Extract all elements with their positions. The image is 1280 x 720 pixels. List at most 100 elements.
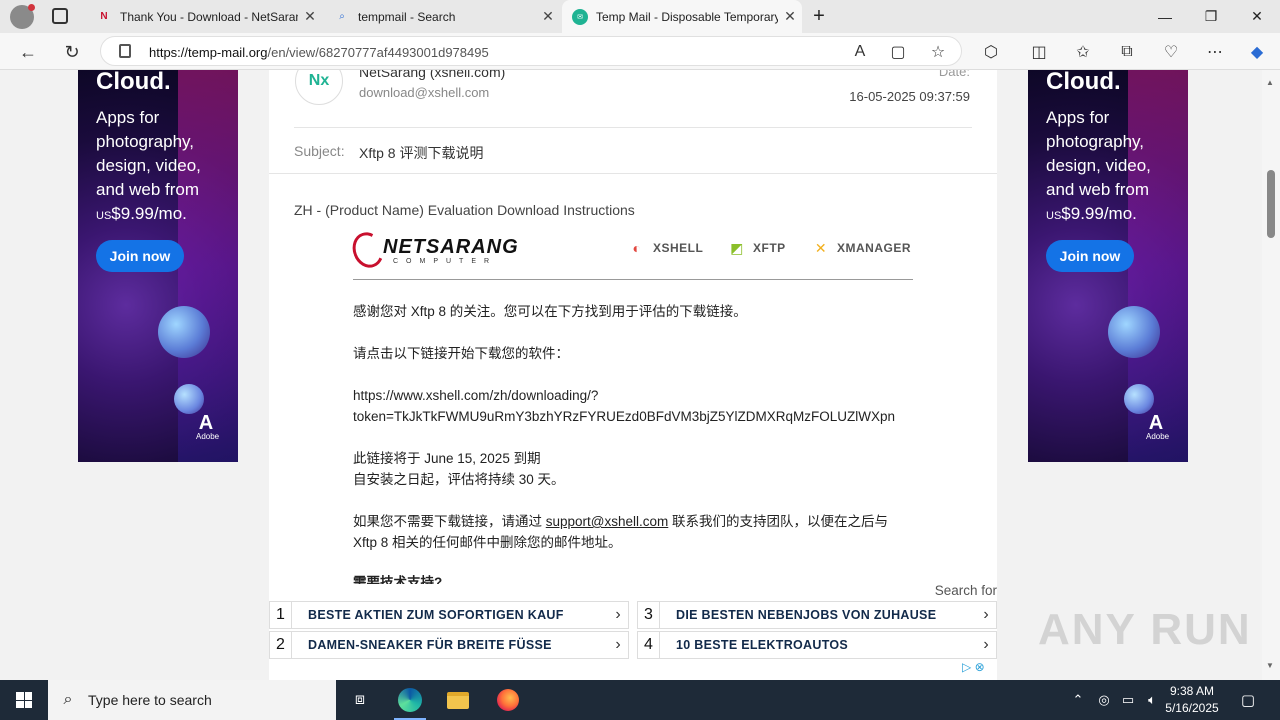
taskbar-search-box[interactable]: ⌕ Type here to search [48,680,336,720]
split-screen-icon[interactable]: ◫ [1028,41,1050,63]
support-email-link[interactable]: support@xshell.com [546,514,669,529]
body-paragraph: 感谢您对 Xftp 8 的关注。您可以在下方找到用于评估的下载链接。 [353,304,747,319]
scroll-down-icon[interactable]: ▼ [1266,661,1274,670]
sponsored-link-text: BESTE AKTIEN ZUM SOFORTIGEN KAUF [308,608,564,622]
ad-copy-line: Apps for [1046,108,1110,127]
url-path: /en/view/68270777af4493001d978495 [267,45,489,60]
scroll-up-icon[interactable]: ▲ [1266,78,1274,87]
search-favicon-icon: ⌕ [339,11,345,22]
adobe-ad-right[interactable]: Cloud. Apps for photography, design, vid… [1028,70,1188,462]
close-tab-icon[interactable]: ✕ [536,8,560,25]
ad-price-value: $9.99/mo. [111,204,187,223]
restore-icon[interactable]: ❐ [1188,0,1234,33]
tab-netsarang[interactable]: N Thank You - Download - NetSarang ✕ [86,0,322,33]
extensions-icon[interactable]: ⬡ [980,41,1002,63]
minimize-icon[interactable]: — [1142,0,1188,33]
ad-copy-line: design, video, [96,156,201,175]
tab-search[interactable]: ⌕ tempmail - Search ✕ [324,0,560,33]
tab-tempmail[interactable]: ✉ Temp Mail - Disposable Temporary ✕ [562,0,802,33]
copilot-icon[interactable]: ◆ [1246,41,1268,63]
sponsored-link[interactable]: 2 DAMEN-SNEAKER FÜR BREITE FÜSSE › [269,631,629,659]
product-xmanager: ✕ XMANAGER [811,238,911,258]
new-tab-button[interactable]: + [796,0,842,33]
download-link-line-2[interactable]: token=TkJkTkFWMU9uRmY3bzhYRzFYRUEzd0BFdV… [353,406,895,427]
sponsored-link[interactable]: 3 DIE BESTEN NEBENJOBS VON ZUHAUSE › [637,601,997,629]
ad-headline: Cloud. [96,70,171,95]
search-for-label: Search for [934,583,997,598]
favorites-icon[interactable]: ✩ [1072,41,1094,63]
chevron-right-icon: › [615,636,621,653]
notifications-icon[interactable]: ▢ [1236,680,1260,720]
xshell-icon: ◐ [632,240,642,256]
chevron-up-icon[interactable]: ⌃ [1068,680,1088,720]
planet-graphic-small [1124,384,1154,414]
network-icon[interactable]: ▭ [1118,680,1138,720]
ad-copy-line: Apps for [96,108,160,127]
ad-price-value: $9.99/mo. [1061,204,1137,223]
file-explorer-taskbar-icon[interactable] [434,680,482,720]
search-icon: ⌕ [63,691,73,708]
expiry-text: 此链接将于 June 15, 2025 到期 [353,451,541,466]
clock-date: 5/16/2025 [1165,701,1219,715]
meet-now-icon[interactable]: ◎ [1094,680,1114,720]
folder-icon [447,691,469,709]
ad-price: US$9.99/mo. [96,202,226,228]
sender-avatar: Nx [295,70,343,105]
close-window-icon[interactable]: ✕ [1234,0,1280,33]
tab-actions-icon[interactable] [52,8,68,24]
body-text-segment: 如果您不需要下载链接，请通过 [353,514,546,529]
chevron-right-icon: › [983,636,989,653]
subject-label: Subject: [294,143,345,159]
browser-essentials-icon[interactable]: ♡ [1160,41,1182,63]
firefox-taskbar-icon[interactable] [484,680,532,720]
read-aloud-icon[interactable]: A [849,41,871,63]
sponsored-link[interactable]: 1 BESTE AKTIEN ZUM SOFORTIGEN KAUF › [269,601,629,629]
url-domain: https://temp-mail.org [149,45,268,60]
sender-name: NetSarang (xshell.com) [359,70,506,80]
chevron-right-icon: › [983,606,989,623]
body-paragraph: 如果您不需要下载链接，请通过 support@xshell.com 联系我们的支… [353,511,888,532]
address-toolbar: ← ↻ https://temp-mail.org/en/view/682707… [0,33,1280,70]
join-now-button[interactable]: Join now [96,240,184,272]
join-now-button[interactable]: Join now [1046,240,1134,272]
address-bar[interactable]: https://temp-mail.org/en/view/68270777af… [100,36,962,66]
netsarang-logo-name: NETSARANG [383,236,519,258]
back-arrow-icon[interactable]: ← [14,38,42,66]
immersive-reader-icon[interactable]: ▢ [887,41,909,63]
page-content: Cloud. Apps for photography, design, vid… [0,70,1262,680]
tab-strip: N Thank You - Download - NetSarang ✕ ⌕ t… [0,0,1280,33]
sponsored-link-text: DAMEN-SNEAKER FÜR BREITE FÜSSE [308,638,552,652]
product-label: XSHELL [653,241,704,255]
sponsored-link[interactable]: 4 10 BESTE ELEKTROAUTOS › [637,631,997,659]
ad-price: US$9.99/mo. [1046,202,1176,228]
scroll-thumb[interactable] [1267,170,1275,238]
xftp-icon: ◩ [730,239,744,256]
edge-taskbar-icon[interactable] [386,680,434,720]
ad-headline: Cloud. [1046,70,1121,95]
ad-price-prefix: US [1046,210,1062,222]
adobe-ad-left[interactable]: Cloud. Apps for photography, design, vid… [78,70,238,462]
refresh-icon[interactable]: ↻ [58,38,86,66]
netsarang-logo-sub: COMPUTER [393,258,498,265]
more-menu-icon[interactable]: ⋯ [1204,41,1226,63]
sponsored-link-text: 10 BESTE ELEKTROAUTOS [676,638,849,652]
start-button[interactable] [0,680,48,720]
tech-support-heading: 需要技术支持? [353,575,443,584]
url-text[interactable]: https://temp-mail.org/en/view/68270777af… [149,45,489,60]
windows-logo-icon [16,692,32,708]
email-date: 16-05-2025 09:37:59 [849,89,970,104]
adchoices-icon[interactable]: ▷ ⊗ [962,660,985,674]
divider [269,173,997,174]
download-link-line-1[interactable]: https://www.xshell.com/zh/downloading/? [353,385,598,406]
page-scrollbar[interactable]: ▲ ▼ [1262,70,1280,680]
ad-copy-line: photography, [1046,132,1144,151]
favorite-star-icon[interactable]: ☆ [927,41,949,63]
sponsored-link-number: 1 [270,602,292,628]
system-clock[interactable]: 9:38 AM 5/16/2025 [1152,683,1232,717]
sponsored-link-text: DIE BESTEN NEBENJOBS VON ZUHAUSE [676,608,937,622]
collections-icon[interactable]: ⧉ [1116,41,1138,63]
tab-title: tempmail - Search [358,9,456,24]
close-tab-icon[interactable]: ✕ [298,8,322,25]
task-view-icon[interactable]: ⧈ [336,680,384,720]
edge-logo-icon [398,688,422,712]
